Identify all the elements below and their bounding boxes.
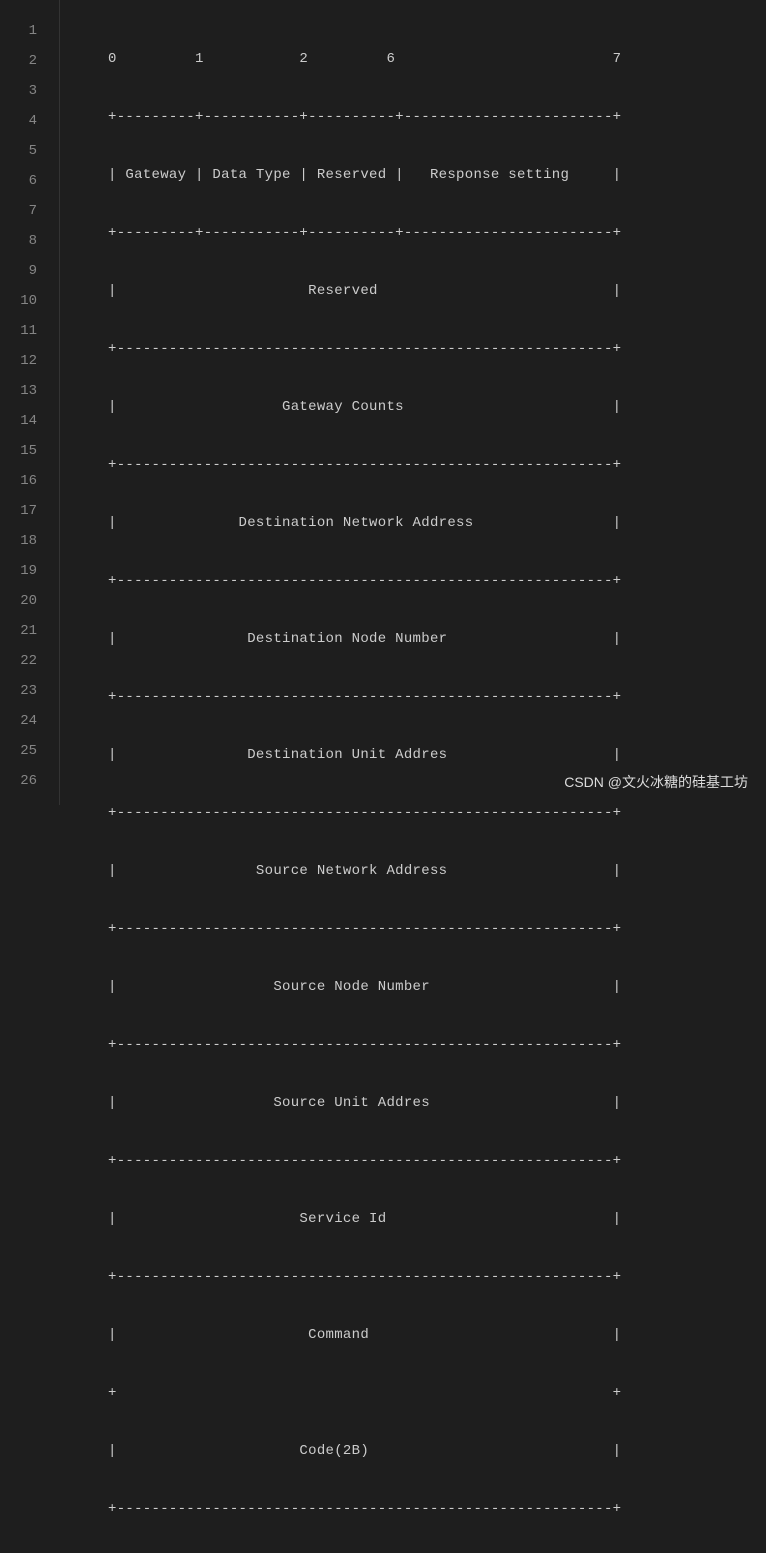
code-line: | Source Network Address |	[108, 856, 766, 886]
line-number: 17	[0, 496, 37, 526]
code-line: +---------------------------------------…	[108, 1494, 766, 1524]
code-line: 0 1 2 6 7	[108, 44, 766, 74]
line-number: 6	[0, 166, 37, 196]
line-number: 10	[0, 286, 37, 316]
line-number: 23	[0, 676, 37, 706]
code-line: +---------+-----------+----------+------…	[108, 218, 766, 248]
line-number: 7	[0, 196, 37, 226]
line-number: 2	[0, 46, 37, 76]
code-line: | Reserved |	[108, 276, 766, 306]
line-number: 13	[0, 376, 37, 406]
code-line: | Gateway Counts |	[108, 392, 766, 422]
code-line: | Code(2B) |	[108, 1436, 766, 1466]
code-line: +---------------------------------------…	[108, 914, 766, 944]
line-number: 18	[0, 526, 37, 556]
line-number: 14	[0, 406, 37, 436]
code-line: +---------------------------------------…	[108, 1262, 766, 1292]
line-number: 4	[0, 106, 37, 136]
code-line: | Source Node Number |	[108, 972, 766, 1002]
line-number: 22	[0, 646, 37, 676]
code-line: +---------------------------------------…	[108, 798, 766, 828]
code-editor: 1 2 3 4 5 6 7 8 9 10 11 12 13 14 15 16 1…	[0, 0, 766, 805]
line-number: 11	[0, 316, 37, 346]
code-line: | Command |	[108, 1320, 766, 1350]
line-number-gutter: 1 2 3 4 5 6 7 8 9 10 11 12 13 14 15 16 1…	[0, 0, 60, 805]
line-number: 9	[0, 256, 37, 286]
code-line: +---------------------------------------…	[108, 334, 766, 364]
line-number: 24	[0, 706, 37, 736]
code-line: +---------------------------------------…	[108, 450, 766, 480]
line-number: 19	[0, 556, 37, 586]
line-number: 3	[0, 76, 37, 106]
line-number: 12	[0, 346, 37, 376]
code-line: | Destination Node Number |	[108, 624, 766, 654]
code-line: | Source Unit Addres |	[108, 1088, 766, 1118]
line-number: 15	[0, 436, 37, 466]
code-line: +---------------------------------------…	[108, 566, 766, 596]
line-number: 8	[0, 226, 37, 256]
line-number: 26	[0, 766, 37, 796]
code-line: +---------------------------------------…	[108, 1146, 766, 1176]
code-content[interactable]: 0 1 2 6 7 +---------+-----------+-------…	[60, 0, 766, 805]
watermark-text: CSDN @文火冰糖的硅基工坊	[564, 775, 748, 789]
code-line: +---------------------------------------…	[108, 1030, 766, 1060]
code-line: +---------+-----------+----------+------…	[108, 102, 766, 132]
line-number: 5	[0, 136, 37, 166]
code-line: | Destination Network Address |	[108, 508, 766, 538]
code-line: | Destination Unit Addres |	[108, 740, 766, 770]
line-number: 1	[0, 16, 37, 46]
code-line: | Gateway | Data Type | Reserved | Respo…	[108, 160, 766, 190]
code-line: +---------------------------------------…	[108, 682, 766, 712]
line-number: 16	[0, 466, 37, 496]
line-number: 20	[0, 586, 37, 616]
code-line: | Service Id |	[108, 1204, 766, 1234]
code-line: + +	[108, 1378, 766, 1408]
line-number: 21	[0, 616, 37, 646]
line-number: 25	[0, 736, 37, 766]
